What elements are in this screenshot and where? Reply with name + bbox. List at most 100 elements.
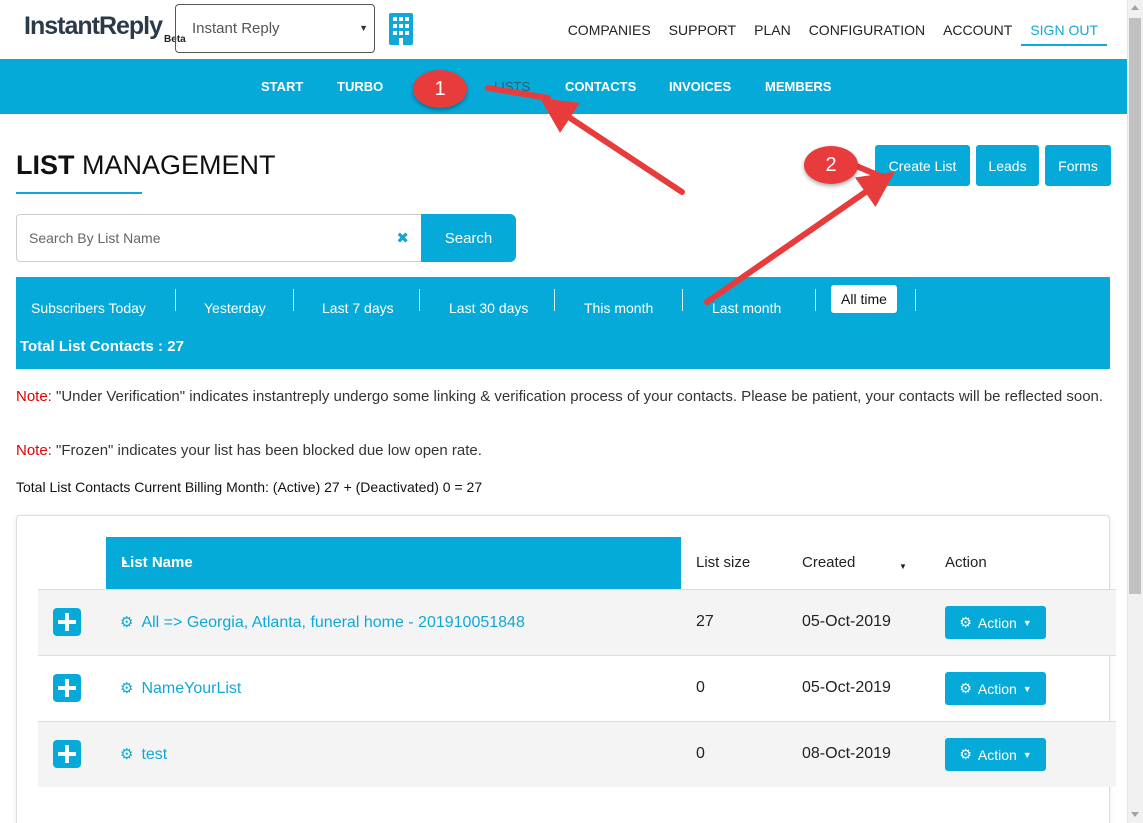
expand-row-button[interactable] xyxy=(53,674,81,702)
search-box: ✖ xyxy=(16,214,422,262)
page-title: LIST MANAGEMENT xyxy=(16,150,276,181)
nav-configuration[interactable]: CONFIGURATION xyxy=(800,14,934,46)
table-row: ⚙ All => Georgia, Atlanta, funeral home -… xyxy=(38,589,1116,655)
row-action-button[interactable]: ⚙ Action ▼ xyxy=(945,738,1046,771)
note-label: Note: xyxy=(16,442,52,459)
caret-down-icon: ▼ xyxy=(1022,617,1032,628)
top-nav: COMPANIES SUPPORT PLAN CONFIGURATION ACC… xyxy=(559,14,1107,46)
caret-down-icon: ▼ xyxy=(1022,683,1032,694)
brand-logo[interactable]: InstantReply Beta xyxy=(24,12,186,45)
column-header-action: Action xyxy=(945,554,987,571)
created-date: 05-Oct-2019 xyxy=(802,613,891,630)
gear-icon[interactable]: ⚙ xyxy=(120,680,133,697)
tab-contacts[interactable]: CONTACTS xyxy=(565,79,636,94)
filter-all-time[interactable]: All time xyxy=(831,285,897,313)
expand-row-button[interactable] xyxy=(53,740,81,768)
sort-desc-icon: ▼ xyxy=(899,562,907,571)
column-header-list-name[interactable]: List Name ▲ xyxy=(106,537,681,589)
page-title-bold: LIST xyxy=(16,150,75,180)
gear-icon: ⚙ xyxy=(959,680,972,696)
filter-last-30-days[interactable]: Last 30 days xyxy=(449,300,528,316)
section-nav: START TURBO LISTS CONTACTS INVOICES MEMB… xyxy=(0,59,1127,114)
nav-sign-out[interactable]: SIGN OUT xyxy=(1021,14,1107,46)
filter-divider xyxy=(554,289,555,311)
row-action-button[interactable]: ⚙ Action ▼ xyxy=(945,606,1046,639)
filter-subscribers-today[interactable]: Subscribers Today xyxy=(31,300,146,316)
list-name: NameYourList xyxy=(141,680,242,697)
expand-row-button[interactable] xyxy=(53,608,81,636)
column-header-created[interactable]: Created xyxy=(802,554,855,571)
caret-down-icon: ▼ xyxy=(1022,749,1032,760)
list-size: 27 xyxy=(696,613,714,630)
nav-companies[interactable]: COMPANIES xyxy=(559,14,660,46)
note-under-verification: Note: "Under Verification" indicates ins… xyxy=(16,385,1106,409)
tab-start[interactable]: START xyxy=(261,79,303,94)
filter-yesterday[interactable]: Yesterday xyxy=(204,300,266,316)
note-text: "Under Verification" indicates instantre… xyxy=(51,388,1104,405)
page-title-rest: MANAGEMENT xyxy=(82,150,276,180)
list-name: All => Georgia, Atlanta, funeral home - … xyxy=(141,614,525,631)
company-select-value: Instant Reply xyxy=(192,20,280,37)
forms-button[interactable]: Forms xyxy=(1045,145,1111,186)
action-label: Action xyxy=(977,614,1017,631)
filter-divider xyxy=(175,289,176,311)
scroll-down-icon[interactable] xyxy=(1131,812,1139,817)
tab-members[interactable]: MEMBERS xyxy=(765,79,831,94)
action-label: Action xyxy=(977,680,1017,697)
leads-button[interactable]: Leads xyxy=(976,145,1039,186)
create-list-button[interactable]: Create List xyxy=(875,145,970,186)
created-date: 05-Oct-2019 xyxy=(802,679,891,696)
clear-search-icon[interactable]: ✖ xyxy=(396,229,409,247)
gear-icon: ⚙ xyxy=(959,614,972,630)
filter-last-7-days[interactable]: Last 7 days xyxy=(322,300,394,316)
gear-icon[interactable]: ⚙ xyxy=(120,614,133,631)
list-name-link[interactable]: ⚙ test xyxy=(120,745,167,764)
gear-icon[interactable]: ⚙ xyxy=(120,746,133,763)
title-underline xyxy=(16,192,142,194)
created-date: 08-Oct-2019 xyxy=(802,745,891,762)
date-filter-panel: Subscribers Today Yesterday Last 7 days … xyxy=(16,277,1110,369)
column-header-list-size[interactable]: List size xyxy=(696,554,750,571)
search-input[interactable] xyxy=(17,215,387,261)
row-action-button[interactable]: ⚙ Action ▼ xyxy=(945,672,1046,705)
table-row: ⚙ test 0 08-Oct-2019 ⚙ Action ▼ xyxy=(38,721,1116,787)
list-name-link[interactable]: ⚙ All => Georgia, Atlanta, funeral home -… xyxy=(120,613,525,632)
tab-invoices[interactable]: INVOICES xyxy=(669,79,731,94)
list-size: 0 xyxy=(696,679,705,696)
scroll-up-icon[interactable] xyxy=(1131,5,1139,10)
total-list-contacts: Total List Contacts : 27 xyxy=(20,338,184,355)
action-label: Action xyxy=(977,746,1017,763)
caret-down-icon: ▼ xyxy=(359,23,368,33)
scrollbar-thumb[interactable] xyxy=(1129,18,1141,594)
billing-summary: Total List Contacts Current Billing Mont… xyxy=(16,479,483,495)
note-label: Note: xyxy=(16,388,52,405)
filter-this-month[interactable]: This month xyxy=(584,300,653,316)
filter-divider xyxy=(815,289,816,311)
building-icon[interactable] xyxy=(389,13,413,45)
note-text: "Frozen" indicates your list has been bl… xyxy=(51,442,482,459)
tab-lists[interactable]: LISTS xyxy=(494,79,530,94)
nav-plan[interactable]: PLAN xyxy=(745,14,800,46)
arrow-to-lists-tab xyxy=(539,98,685,195)
gear-icon: ⚙ xyxy=(959,746,972,762)
tab-turbo[interactable]: TURBO xyxy=(337,79,383,94)
table-row: ⚙ NameYourList 0 05-Oct-2019 ⚙ Action ▼ xyxy=(38,655,1116,721)
nav-account[interactable]: ACCOUNT xyxy=(934,14,1021,46)
annotation-badge-1: 1 xyxy=(413,70,467,108)
annotation-badge-2: 2 xyxy=(804,146,858,184)
filter-last-month[interactable]: Last month xyxy=(712,300,781,316)
filter-divider xyxy=(419,289,420,311)
note-frozen: Note: "Frozen" indicates your list has b… xyxy=(16,439,1106,463)
list-name: test xyxy=(141,746,168,763)
company-select[interactable]: Instant Reply ▼ xyxy=(175,4,375,53)
filter-divider xyxy=(293,289,294,311)
sort-asc-icon: ▲ xyxy=(121,557,129,566)
list-size: 0 xyxy=(696,745,705,762)
filter-divider xyxy=(915,289,916,311)
filter-divider xyxy=(682,289,683,311)
brand-name: InstantReply xyxy=(24,12,163,40)
list-name-link[interactable]: ⚙ NameYourList xyxy=(120,679,241,698)
nav-support[interactable]: SUPPORT xyxy=(660,14,745,46)
top-bar: InstantReply Beta Instant Reply ▼ COMPANI… xyxy=(0,0,1127,59)
search-button[interactable]: Search xyxy=(421,214,516,262)
